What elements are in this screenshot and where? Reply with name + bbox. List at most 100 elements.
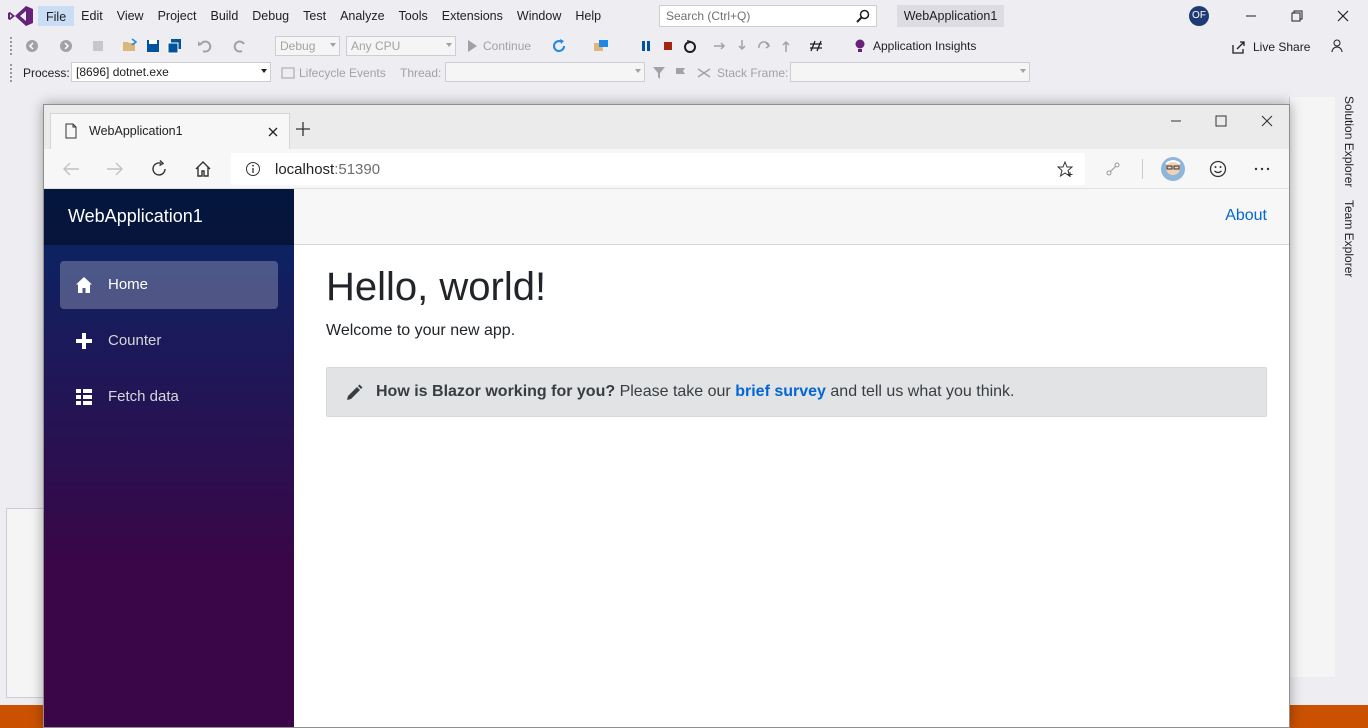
survey-link[interactable]: brief survey: [735, 383, 826, 400]
application-insights-icon[interactable]: [852, 38, 868, 54]
new-project-icon[interactable]: [90, 38, 106, 54]
user-avatar[interactable]: OF: [1189, 6, 1209, 26]
survey-suffix: and tell us what you think.: [830, 383, 1015, 400]
browser-link-icon[interactable]: [593, 38, 609, 54]
profile-avatar-icon[interactable]: [1160, 156, 1186, 182]
platform-value: Any CPU: [351, 39, 401, 53]
live-share-icon[interactable]: [1231, 39, 1247, 55]
toolbar-divider: [1142, 159, 1143, 179]
toolbar-grip[interactable]: [10, 37, 13, 55]
survey-text: How is Blazor working for you? Please ta…: [376, 383, 1015, 401]
favorite-star-icon[interactable]: [1057, 161, 1073, 177]
save-all-icon[interactable]: [167, 38, 183, 54]
menu-debug[interactable]: Debug: [245, 6, 296, 26]
vs-search-box[interactable]: Search (Ctrl+Q): [659, 5, 877, 27]
stop-icon[interactable]: [660, 38, 676, 54]
survey-question: How is Blazor working for you?: [376, 383, 616, 400]
visual-studio-logo-icon[interactable]: [8, 5, 34, 27]
toolbar-grip[interactable]: [10, 64, 13, 82]
home-button-icon[interactable]: [194, 160, 212, 178]
more-options-icon[interactable]: [1253, 160, 1271, 178]
live-share-label[interactable]: Live Share: [1253, 40, 1310, 54]
minimize-icon[interactable]: [1241, 6, 1261, 26]
menu-file[interactable]: File: [38, 6, 75, 26]
flag-threads-icon[interactable]: [673, 65, 689, 81]
app-brand-bar: WebApplication1: [44, 189, 294, 245]
menu-build[interactable]: Build: [203, 6, 245, 26]
pause-icon[interactable]: [638, 38, 654, 54]
open-folder-icon[interactable]: [122, 38, 138, 54]
vs-menu: File Edit View Project Build Debug Test …: [38, 6, 608, 26]
menu-tools[interactable]: Tools: [392, 6, 435, 26]
forward-icon[interactable]: [58, 38, 74, 54]
lifecycle-events-label[interactable]: Lifecycle Events: [299, 66, 386, 80]
site-info-icon[interactable]: [245, 161, 261, 177]
application-insights-label[interactable]: Application Insights: [873, 39, 976, 53]
list-icon: [76, 389, 92, 405]
stack-frame-label: Stack Frame:: [717, 66, 789, 80]
page-heading: Hello, world!: [326, 265, 547, 309]
solution-name: WebApplication1: [897, 5, 1004, 27]
menu-window[interactable]: Window: [510, 6, 568, 26]
plus-icon: [76, 333, 92, 349]
browser-close-icon[interactable]: [1259, 113, 1275, 129]
restart-icon[interactable]: [682, 38, 698, 54]
menu-extensions[interactable]: Extensions: [435, 6, 510, 26]
back-icon[interactable]: [24, 38, 40, 54]
menu-test[interactable]: Test: [296, 6, 333, 26]
solution-platform-combo[interactable]: Any CPU: [346, 36, 456, 56]
save-icon[interactable]: [145, 38, 161, 54]
step-out-icon[interactable]: [778, 38, 794, 54]
feedback-person-icon[interactable]: [1330, 38, 1346, 54]
menu-project[interactable]: Project: [151, 6, 204, 26]
restore-icon[interactable]: [1287, 6, 1307, 26]
solution-configuration-combo[interactable]: Debug: [275, 36, 340, 56]
about-link[interactable]: About: [1225, 207, 1267, 225]
thread-combo[interactable]: [445, 62, 645, 82]
solution-explorer-tab[interactable]: Solution Explorer: [1342, 96, 1356, 187]
continue-play-icon[interactable]: [464, 38, 480, 54]
hex-display-icon[interactable]: [808, 38, 824, 54]
nav-item-fetch-data[interactable]: Fetch data: [60, 373, 278, 421]
app-brand-title[interactable]: WebApplication1: [68, 206, 203, 227]
redo-icon[interactable]: [232, 38, 248, 54]
address-bar[interactable]: localhost:51390: [231, 153, 1085, 185]
restart-refresh-icon[interactable]: [551, 38, 567, 54]
vs-menubar: File Edit View Project Build Debug Test …: [0, 0, 1368, 32]
browser-toolbar: localhost:51390: [44, 149, 1289, 189]
menu-view[interactable]: View: [110, 6, 151, 26]
step-over-icon[interactable]: [756, 38, 772, 54]
menu-edit[interactable]: Edit: [74, 6, 110, 26]
browser-forward-icon[interactable]: [106, 161, 124, 177]
lifecycle-events-icon[interactable]: [280, 65, 296, 81]
vs-side-tab-strip: Solution Explorer Team Explorer: [1338, 92, 1368, 692]
blazor-app: WebApplication1 Home Counter Fetch data …: [44, 189, 1289, 727]
show-next-statement-icon[interactable]: [712, 38, 728, 54]
feedback-smiley-icon[interactable]: [1209, 160, 1227, 178]
continue-button-label[interactable]: Continue: [483, 39, 531, 53]
refresh-icon[interactable]: [150, 160, 168, 178]
nav-label-fetch-data: Fetch data: [108, 388, 179, 405]
process-combo[interactable]: [8696] dotnet.exe: [71, 62, 271, 82]
expand-callstack-icon[interactable]: [696, 65, 712, 81]
process-label: Process:: [23, 66, 70, 80]
close-tab-icon[interactable]: [266, 125, 280, 139]
step-into-icon[interactable]: [734, 38, 750, 54]
browser-maximize-icon[interactable]: [1213, 113, 1229, 129]
menu-help[interactable]: Help: [568, 6, 608, 26]
stack-frame-combo[interactable]: [790, 62, 1030, 82]
process-value: [8696] dotnet.exe: [76, 65, 169, 79]
team-explorer-tab[interactable]: Team Explorer: [1342, 200, 1356, 277]
new-tab-icon[interactable]: [295, 121, 311, 137]
browser-back-icon[interactable]: [62, 161, 80, 177]
browser-tab[interactable]: WebApplication1: [50, 113, 290, 149]
thread-label: Thread:: [400, 66, 442, 80]
extension-icon[interactable]: [1105, 161, 1121, 177]
filter-icon[interactable]: [651, 65, 667, 81]
nav-item-counter[interactable]: Counter: [60, 317, 278, 365]
browser-minimize-icon[interactable]: [1168, 113, 1184, 129]
close-icon[interactable]: [1333, 6, 1353, 26]
menu-analyze[interactable]: Analyze: [333, 6, 391, 26]
nav-item-home[interactable]: Home: [60, 261, 278, 309]
undo-icon[interactable]: [197, 38, 213, 54]
